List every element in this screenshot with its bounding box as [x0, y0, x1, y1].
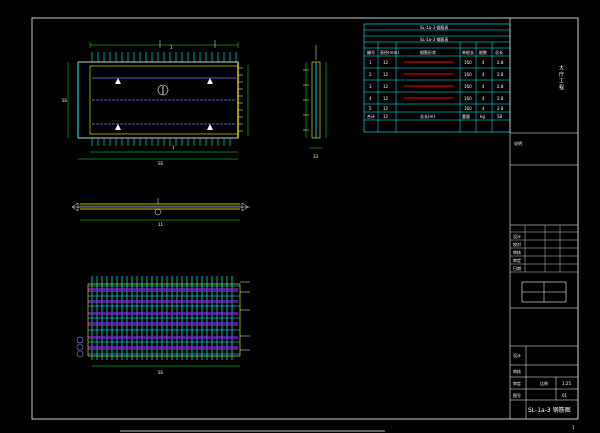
- svg-text:12: 12: [383, 72, 389, 77]
- svg-text:12: 12: [383, 106, 389, 111]
- title-block-row: 设计: [513, 233, 521, 239]
- rebar-table-row: 1 12 160 4 2.8: [369, 60, 504, 65]
- svg-text:2.8: 2.8: [497, 106, 504, 111]
- rebar-table-row: 5 12 160 4 2.8: [369, 106, 504, 111]
- svg-text:4: 4: [482, 84, 485, 89]
- svg-text:12: 12: [383, 60, 389, 65]
- svg-text:160: 160: [464, 72, 472, 77]
- title-block-scale-label: 比例: [540, 380, 548, 386]
- rebar-table-row: 2 12 160 4 2.8: [369, 72, 504, 77]
- plan-dim-bottom-label: 1: [172, 145, 175, 150]
- svg-text:2.8: 2.8: [497, 72, 504, 77]
- plan-bottom-ticks: [91, 138, 231, 146]
- rebar-table-header-cell: 钢筋形状: [420, 49, 436, 55]
- title-block-row: 审定: [513, 257, 521, 263]
- title-block-row: 校对: [513, 241, 521, 247]
- plan-support-marker: [115, 124, 121, 130]
- rebar-table-header-cell: 单根长: [462, 49, 474, 55]
- rebar-table-title: SL-1a-3 钢筋表: [420, 24, 448, 30]
- reinforcement-bands: [88, 288, 238, 350]
- title-block-drawing-title: SL-1a-3 钢筋图: [528, 406, 571, 414]
- rebar-table-header-cell: 编号: [367, 49, 375, 55]
- svg-text:4: 4: [369, 96, 372, 101]
- svg-text:160: 160: [464, 60, 472, 65]
- svg-text:重量: 重量: [462, 113, 470, 119]
- plan-top-ticks: [91, 52, 237, 62]
- svg-text:2.8: 2.8: [497, 60, 504, 65]
- cad-drawing-canvas: 1 SS 1 SS 33 11 SS SL-1a-3 钢筋表 SL-1a-3 钢…: [31, 17, 579, 432]
- title-block-designer: 设计: [513, 352, 521, 358]
- svg-text:3: 3: [369, 84, 372, 89]
- title-block-row: 审核: [513, 249, 521, 255]
- svg-text:2.8: 2.8: [497, 96, 504, 101]
- svg-text:5: 5: [369, 106, 372, 111]
- svg-text:12: 12: [383, 96, 389, 101]
- title-block-row: 日期: [513, 265, 521, 271]
- svg-text:总长(m): 总长(m): [420, 113, 435, 119]
- svg-text:58: 58: [497, 114, 503, 119]
- plan-dim-total-label: SS: [158, 161, 164, 166]
- svg-text:160: 160: [464, 84, 472, 89]
- svg-text:4: 4: [482, 106, 485, 111]
- rebar-table-subtitle: SL-1a-3 钢筋表: [420, 36, 448, 42]
- reinforcement-markers: [76, 336, 84, 358]
- svg-text:合计: 合计: [367, 113, 375, 119]
- rebar-table-header-cell: 总长: [495, 49, 503, 55]
- elevation-dim-label: 11: [158, 222, 164, 227]
- svg-text:kg: kg: [480, 114, 485, 119]
- page-number: 1: [572, 425, 575, 430]
- svg-text:4: 4: [482, 60, 485, 65]
- reinforcement-view: SS: [76, 276, 250, 375]
- plan-side-label: SS: [62, 98, 68, 103]
- svg-text:2.8: 2.8: [497, 84, 504, 89]
- title-block: 大 厅 工 程 说明 设计 校对 审核 审定 日期 设计 审核 审定 比例 1:…: [509, 18, 578, 419]
- plan-view: 1 SS 1 SS: [62, 40, 249, 166]
- reinforcement-dim-label: SS: [158, 370, 164, 375]
- svg-text:12: 12: [383, 84, 389, 89]
- svg-text:12: 12: [383, 114, 389, 119]
- svg-text:2: 2: [369, 72, 372, 77]
- plan-dim-top-label: 1: [170, 45, 173, 50]
- title-block-checker: 审核: [513, 368, 521, 374]
- svg-text:4: 4: [482, 72, 485, 77]
- svg-text:160: 160: [464, 106, 472, 111]
- elevation-view: 11: [71, 198, 250, 227]
- rebar-table: SL-1a-3 钢筋表 SL-1a-3 钢筋表 编号 直径(mm) 钢筋形状 单…: [363, 23, 511, 133]
- rebar-table-header-cell: 根数: [479, 49, 487, 55]
- elevation-center-mark: [154, 208, 162, 216]
- plan-support-marker: [115, 78, 121, 84]
- title-block-sheet-label: 图号: [513, 392, 521, 398]
- rebar-table-row: 3 12 160 4 2.8: [369, 84, 504, 89]
- title-block-scale-value: 1:25: [562, 381, 571, 386]
- plan-support-marker: [207, 124, 213, 130]
- svg-text:1: 1: [369, 60, 372, 65]
- title-block-project: 大 厅 工 程: [558, 64, 564, 91]
- section-dim-label: 33: [313, 154, 319, 159]
- title-block-note: 说明: [514, 140, 522, 146]
- title-block-approver: 审定: [513, 380, 521, 386]
- section-view: 33: [303, 45, 327, 159]
- svg-text:160: 160: [464, 96, 472, 101]
- title-block-sheet-value: 01: [562, 393, 568, 398]
- rebar-table-row: 4 12 160 4 2.8: [369, 96, 504, 101]
- rebar-table-header-cell: 直径(mm): [380, 49, 399, 55]
- svg-text:4: 4: [482, 96, 485, 101]
- plan-support-marker: [207, 78, 213, 84]
- rebar-table-footer: 合计 12 总长(m) 重量 kg 58: [367, 113, 503, 119]
